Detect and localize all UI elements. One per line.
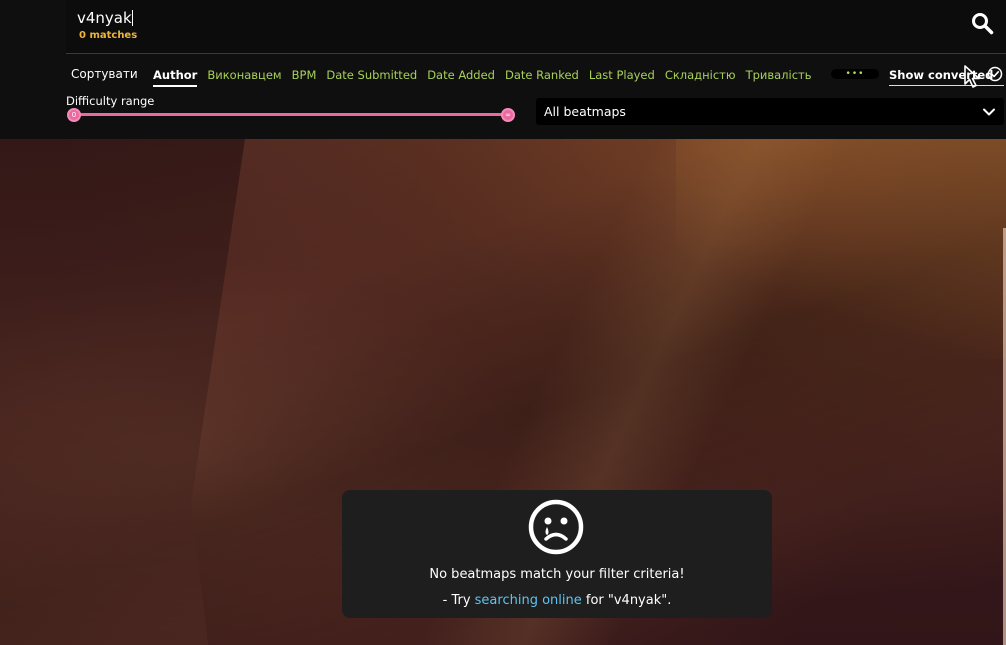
- filter-header: v4nyak 0 matches Сортувати Author Викона…: [0, 0, 1006, 139]
- mouse-cursor-icon: [964, 65, 980, 88]
- sort-row: Сортувати Author Виконавцем BPM Date Sub…: [66, 64, 1006, 88]
- search-icon[interactable]: [970, 11, 994, 35]
- no-results-panel: No beatmaps match your filter criteria! …: [342, 490, 772, 618]
- search-online-hint: - Try searching online for "v4nyak".: [342, 593, 772, 608]
- sort-tab-author[interactable]: Author: [153, 68, 198, 87]
- sort-tab-date-ranked[interactable]: Date Ranked: [505, 68, 579, 87]
- beatmap-filter-value: All beatmaps: [544, 104, 626, 119]
- more-options-button[interactable]: •••: [831, 69, 879, 79]
- sort-tab-last-played[interactable]: Last Played: [589, 68, 655, 87]
- difficulty-min-handle[interactable]: 0: [67, 108, 81, 122]
- difficulty-slider-track[interactable]: [72, 113, 510, 116]
- check-circle-icon[interactable]: [987, 66, 1003, 82]
- sort-tab-date-submitted[interactable]: Date Submitted: [326, 68, 417, 87]
- hint-suffix: for "v4nyak".: [581, 593, 672, 608]
- difficulty-slider-fill: [72, 113, 510, 116]
- search-input[interactable]: v4nyak: [77, 9, 133, 27]
- chevron-down-icon: [983, 108, 995, 116]
- sort-tab-artist[interactable]: Виконавцем: [207, 68, 281, 87]
- no-results-message: No beatmaps match your filter criteria!: [429, 567, 685, 582]
- beatmap-filter-dropdown[interactable]: All beatmaps: [536, 98, 1004, 125]
- sort-label: Сортувати: [71, 67, 138, 81]
- search-query: v4nyak: [77, 9, 132, 27]
- background-light: [676, 139, 1006, 359]
- sort-tab-bpm[interactable]: BPM: [292, 68, 317, 87]
- hint-prefix: - Try: [442, 593, 475, 608]
- sort-tab-length[interactable]: Тривалість: [746, 68, 812, 87]
- difficulty-max-handle[interactable]: ∞: [501, 108, 515, 122]
- sort-tab-date-added[interactable]: Date Added: [427, 68, 495, 87]
- sad-face-icon: [528, 499, 584, 555]
- sort-tabs: Author Виконавцем BPM Date Submitted Dat…: [153, 68, 822, 87]
- match-count: 0 matches: [79, 30, 138, 41]
- difficulty-range-label: Difficulty range: [66, 94, 155, 108]
- sort-tab-difficulty[interactable]: Складністю: [665, 68, 736, 87]
- search-online-link[interactable]: searching online: [475, 593, 582, 608]
- text-caret: [131, 10, 133, 26]
- search-bar[interactable]: v4nyak 0 matches: [66, 0, 1006, 54]
